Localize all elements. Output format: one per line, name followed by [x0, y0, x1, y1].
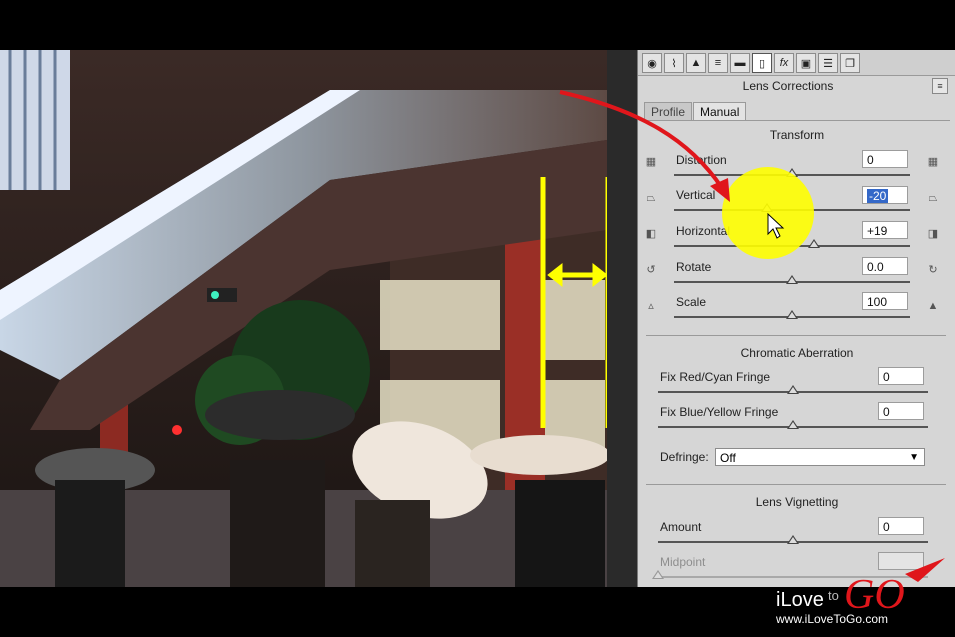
camera-calibration-icon[interactable]: ▣: [796, 53, 816, 73]
horizontal-perspective-icon: ◧: [645, 228, 657, 240]
rotate-field[interactable]: 0.0: [862, 257, 908, 275]
vertical-perspective-icon: ⏢: [646, 192, 656, 204]
amount-slider-thumb[interactable]: [787, 535, 799, 544]
lens-corrections-icon[interactable]: ▯: [752, 53, 772, 73]
svg-text:to: to: [828, 588, 839, 603]
defringe-label: Defringe:: [660, 450, 709, 464]
dropdown-arrow-icon: ▼: [909, 452, 919, 463]
chromatic-aberration-title: Chromatic Aberration: [740, 346, 854, 360]
defringe-value: Off: [720, 451, 736, 465]
barrel-distortion-icon: ▦: [645, 156, 657, 168]
photo-preview[interactable]: [0, 50, 607, 587]
horizontal-slider-track[interactable]: [674, 245, 910, 247]
vertical-label: Vertical: [676, 188, 716, 202]
scale-slider-thumb[interactable]: [786, 310, 798, 319]
vertical-field-value: -20: [867, 189, 889, 203]
scale-large-icon: ▲: [927, 300, 939, 312]
rotate-right-icon: ↻: [928, 264, 938, 276]
section-divider: [646, 484, 946, 485]
tab-profile[interactable]: Profile: [644, 102, 693, 121]
snapshots-icon[interactable]: ❐: [840, 53, 860, 73]
scale-small-icon: ▵: [648, 300, 654, 312]
scale-label: Scale: [676, 295, 707, 309]
tone-curve-icon[interactable]: ⌇: [664, 53, 684, 73]
amount-label: Amount: [660, 520, 702, 534]
distortion-slider-thumb[interactable]: [786, 168, 798, 177]
svg-text:GO: GO: [844, 572, 905, 612]
transform-title: Transform: [769, 128, 825, 142]
fx-icon[interactable]: fx: [774, 53, 794, 73]
vertical-field[interactable]: -20: [862, 186, 908, 204]
defringe-select[interactable]: Off ▼: [715, 448, 925, 466]
distortion-field[interactable]: 0: [862, 150, 908, 168]
rotate-slider-thumb[interactable]: [786, 275, 798, 284]
amount-field[interactable]: 0: [878, 517, 924, 535]
red-cyan-slider-thumb[interactable]: [787, 385, 799, 394]
lens-corrections-panel: ◉ ⌇ ▲ ≡ ▬ ▯ fx ▣ ☰ ❐ Lens Corrections ≡ …: [637, 50, 955, 587]
horizontal-slider-thumb[interactable]: [808, 239, 820, 248]
split-toning-icon[interactable]: ▬: [730, 53, 750, 73]
vertical-slider-track[interactable]: [674, 209, 910, 211]
fx-label: fx: [779, 57, 789, 69]
section-divider: [646, 335, 946, 336]
panel-tabs: Profile Manual: [644, 102, 747, 121]
distortion-label: Distortion: [676, 153, 727, 167]
red-cyan-label: Fix Red/Cyan Fringe: [660, 370, 771, 384]
midpoint-slider-thumb[interactable]: [652, 570, 664, 579]
vertical-slider-thumb[interactable]: [761, 203, 773, 212]
panel-divider: [607, 50, 637, 587]
panel-toolbar: ◉ ⌇ ▲ ≡ ▬ ▯ fx ▣ ☰ ❐: [638, 50, 955, 76]
rotate-label: Rotate: [676, 260, 712, 274]
rotate-left-icon: ↺: [646, 264, 656, 276]
svg-text:iLove: iLove: [776, 589, 824, 611]
pincushion-distortion-icon: ▦: [927, 156, 939, 168]
street-scene-image: [0, 50, 607, 587]
blue-yellow-slider-thumb[interactable]: [787, 420, 799, 429]
horizontal-perspective-right-icon: ◨: [927, 228, 939, 240]
blue-yellow-label: Fix Blue/Yellow Fringe: [660, 405, 779, 419]
horizontal-label: Horizontal: [676, 224, 731, 238]
blue-yellow-field[interactable]: 0: [878, 402, 924, 420]
aperture-icon[interactable]: ◉: [642, 53, 662, 73]
detail-icon[interactable]: ▲: [686, 53, 706, 73]
website-url[interactable]: www.iLoveToGo.com: [776, 612, 888, 626]
scale-field[interactable]: 100: [862, 292, 908, 310]
hsl-icon[interactable]: ≡: [708, 53, 728, 73]
ilovetogo-logo: iLove to GO: [776, 572, 905, 612]
horizontal-field[interactable]: +19: [862, 221, 908, 239]
vertical-perspective-right-icon: ⏢: [928, 192, 938, 204]
manual-tab-content: Transform ▦ ▦ Distortion 0 ⏢ ⏢ Vertical …: [644, 120, 950, 587]
panel-title: Lens Corrections: [742, 79, 834, 93]
red-cyan-field[interactable]: 0: [878, 367, 924, 385]
midpoint-label: Midpoint: [660, 555, 706, 569]
tab-manual[interactable]: Manual: [693, 102, 747, 121]
presets-icon[interactable]: ☰: [818, 53, 838, 73]
panel-menu-icon[interactable]: ≡: [932, 78, 948, 94]
lens-vignetting-title: Lens Vignetting: [755, 495, 839, 509]
